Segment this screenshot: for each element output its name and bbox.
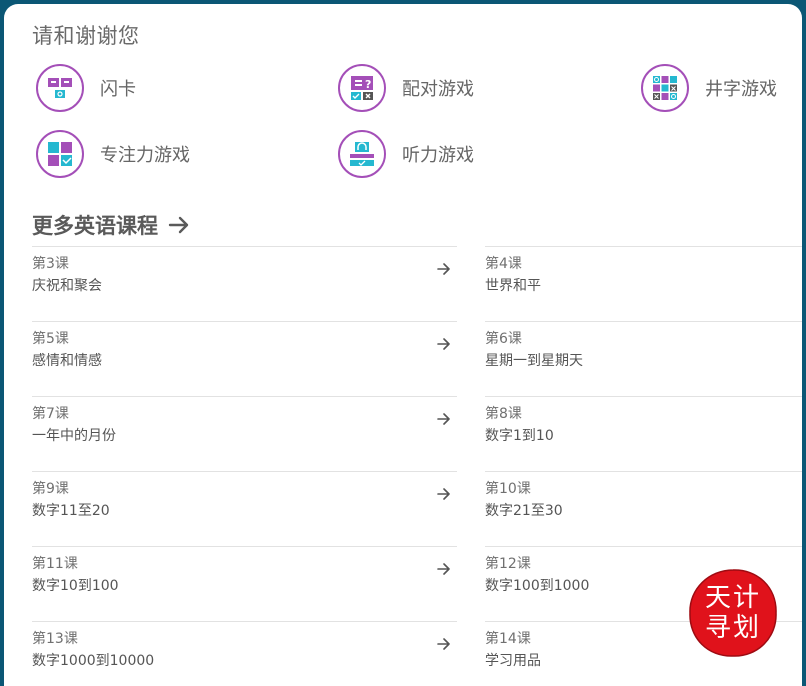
arrow-right-icon bbox=[437, 638, 451, 650]
lesson-row[interactable]: 第3课 庆祝和聚会 bbox=[32, 246, 457, 321]
lesson-number: 第12课 bbox=[485, 556, 531, 572]
lesson-row[interactable]: 第9课 数字11至20 bbox=[32, 471, 457, 546]
lesson-row[interactable]: 第10课 数字21至30 bbox=[485, 471, 802, 546]
lesson-name: 世界和平 bbox=[485, 278, 541, 294]
arrow-right-icon bbox=[437, 338, 451, 350]
lesson-number: 第8课 bbox=[485, 406, 522, 422]
game-tic-tac-toe[interactable]: 井字游戏 bbox=[641, 64, 777, 112]
lesson-number: 第13课 bbox=[32, 631, 78, 647]
game-listening[interactable]: 听力游戏 bbox=[338, 130, 474, 178]
lesson-list-left: 第3课 庆祝和聚会 第5课 感情和情感 第7课 一年中的月份 第9课 数字11至… bbox=[32, 246, 457, 686]
lesson-row[interactable]: 第5课 感情和情感 bbox=[32, 321, 457, 396]
watermark-text: 天计 寻划 bbox=[687, 567, 779, 659]
arrow-right-icon bbox=[437, 488, 451, 500]
lesson-row[interactable]: 第11课 数字10到100 bbox=[32, 546, 457, 621]
game-label: 配对游戏 bbox=[402, 79, 474, 100]
game-label: 井字游戏 bbox=[705, 79, 777, 100]
matching-game-icon: ? bbox=[338, 64, 386, 112]
lesson-name: 数字21至30 bbox=[485, 503, 563, 519]
game-memory[interactable]: 专注力游戏 bbox=[36, 130, 190, 178]
arrow-right-icon bbox=[437, 263, 451, 275]
watermark-line1: 天计 bbox=[704, 583, 761, 613]
memory-game-icon bbox=[36, 130, 84, 178]
game-label: 专注力游戏 bbox=[100, 145, 190, 166]
arrow-right-icon bbox=[168, 215, 190, 235]
lesson-number: 第4课 bbox=[485, 256, 522, 272]
lesson-number: 第7课 bbox=[32, 406, 69, 422]
lesson-name: 数字10到100 bbox=[32, 578, 119, 594]
section-title: 更多英语课程 bbox=[32, 214, 158, 238]
lesson-name: 数字1000到10000 bbox=[32, 653, 155, 669]
game-label: 闪卡 bbox=[100, 79, 136, 100]
lesson-name: 一年中的月份 bbox=[32, 428, 116, 444]
lesson-name: 数字100到1000 bbox=[485, 578, 590, 594]
lesson-number: 第6课 bbox=[485, 331, 522, 347]
lesson-name: 数字1到10 bbox=[485, 428, 554, 444]
lesson-name: 感情和情感 bbox=[32, 353, 102, 369]
more-courses-link[interactable]: 更多英语课程 bbox=[32, 210, 190, 240]
lesson-number: 第5课 bbox=[32, 331, 69, 347]
tic-tac-toe-icon bbox=[641, 64, 689, 112]
game-matching[interactable]: ? 配对游戏 bbox=[338, 64, 474, 112]
lesson-name: 星期一到星期天 bbox=[485, 353, 583, 369]
watermark-stamp: 天计 寻划 bbox=[687, 567, 779, 659]
game-label: 听力游戏 bbox=[402, 145, 474, 166]
arrow-right-icon bbox=[437, 413, 451, 425]
listening-game-icon bbox=[338, 130, 386, 178]
lesson-name: 学习用品 bbox=[485, 653, 541, 669]
lesson-number: 第11课 bbox=[32, 556, 78, 572]
content-panel: 请和谢谢您 闪卡 ? 配对游戏 井字游戏 专注力游戏 听力游戏 更多英语课程 第… bbox=[4, 4, 802, 686]
lesson-number: 第9课 bbox=[32, 481, 69, 497]
lesson-number: 第10课 bbox=[485, 481, 531, 497]
lesson-row[interactable]: 第4课 世界和平 bbox=[485, 246, 802, 321]
lesson-row[interactable]: 第6课 星期一到星期天 bbox=[485, 321, 802, 396]
lesson-row[interactable]: 第7课 一年中的月份 bbox=[32, 396, 457, 471]
arrow-right-icon bbox=[437, 563, 451, 575]
page-title: 请和谢谢您 bbox=[32, 24, 140, 48]
flashcard-icon bbox=[36, 64, 84, 112]
game-flashcards[interactable]: 闪卡 bbox=[36, 64, 136, 112]
lesson-name: 数字11至20 bbox=[32, 503, 110, 519]
lesson-row[interactable]: 第8课 数字1到10 bbox=[485, 396, 802, 471]
watermark-line2: 寻划 bbox=[704, 613, 761, 643]
lesson-name: 庆祝和聚会 bbox=[32, 278, 102, 294]
lesson-row[interactable]: 第13课 数字1000到10000 bbox=[32, 621, 457, 686]
lesson-number: 第14课 bbox=[485, 631, 531, 647]
svg-text:?: ? bbox=[365, 78, 371, 91]
lesson-number: 第3课 bbox=[32, 256, 69, 272]
